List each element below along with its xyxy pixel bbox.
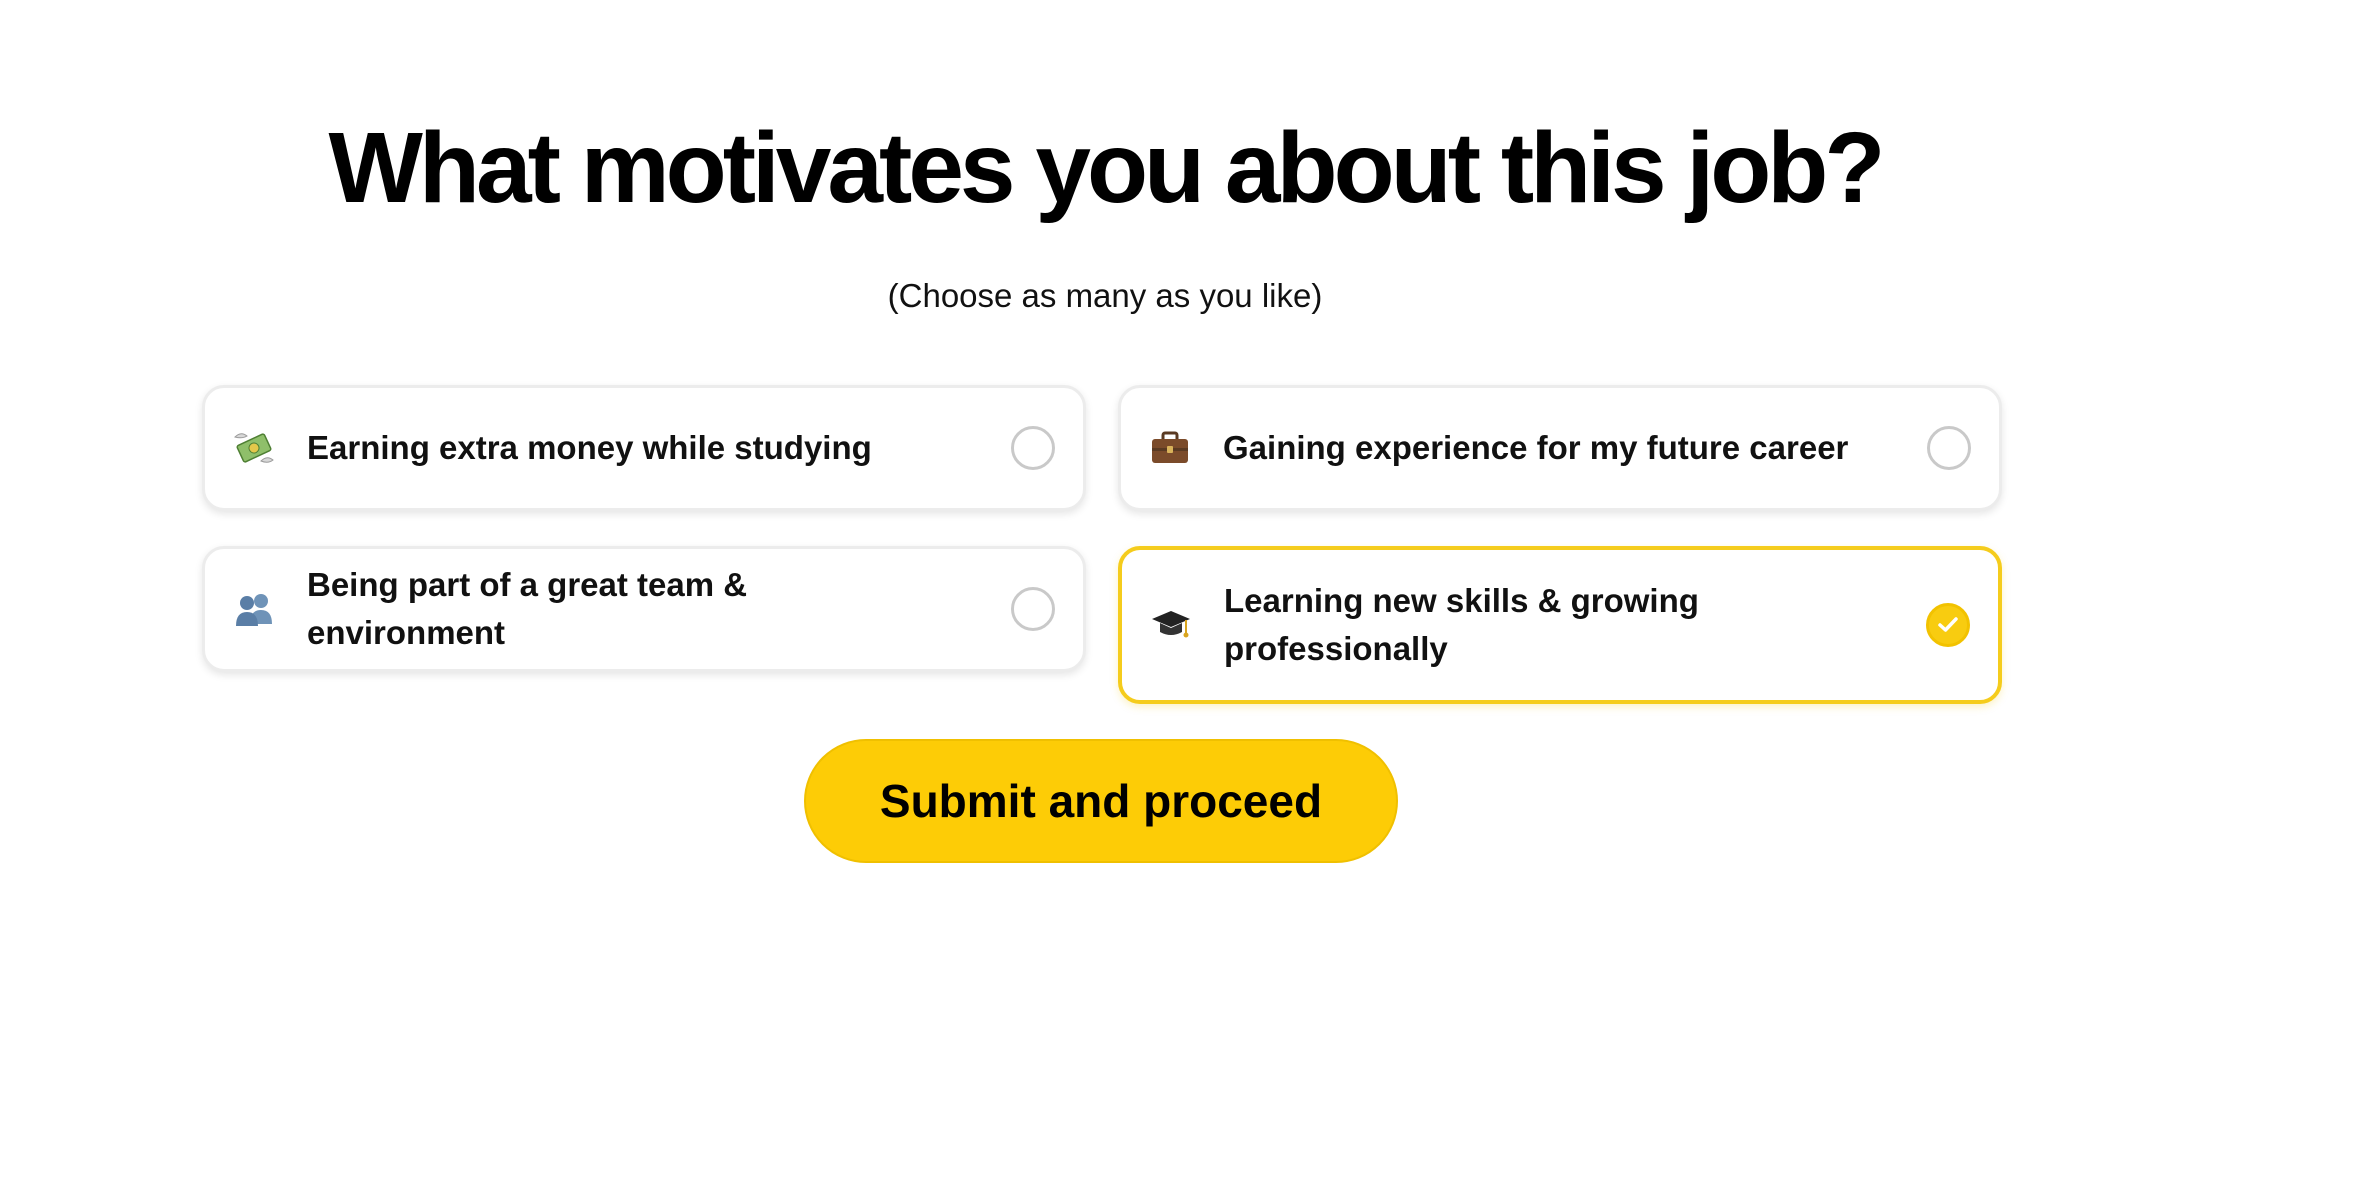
option-earning-money[interactable]: Earning extra money while studying [202,385,1086,511]
submit-button[interactable]: Submit and proceed [804,739,1398,863]
two-people-icon [233,588,275,630]
option-label: Gaining experience for my future career [1223,429,1849,466]
option-gaining-experience[interactable]: Gaining experience for my future career [1118,385,2002,511]
briefcase-icon [1149,427,1191,469]
option-radio[interactable] [1927,426,1971,470]
option-label: Learning new skills & growing profession… [1224,582,1699,667]
option-learning-skills[interactable]: Learning new skills & growing profession… [1118,546,2002,704]
option-label: Being part of a great team & environment [307,566,748,651]
motivation-survey-page: What motivates you about this job? (Choo… [0,0,2356,1204]
option-label: Earning extra money while studying [307,429,872,466]
page-subtitle: (Choose as many as you like) [887,277,1323,314]
option-radio-checked[interactable] [1926,603,1970,647]
option-radio[interactable] [1011,426,1055,470]
option-team-environment[interactable]: Being part of a great team & environment [202,546,1086,672]
page-title: What motivates you about this job? [328,112,1886,224]
checkmark-icon [1938,617,1958,632]
option-radio[interactable] [1011,587,1055,631]
money-with-wings-icon [233,427,275,469]
graduation-cap-icon [1150,604,1192,646]
